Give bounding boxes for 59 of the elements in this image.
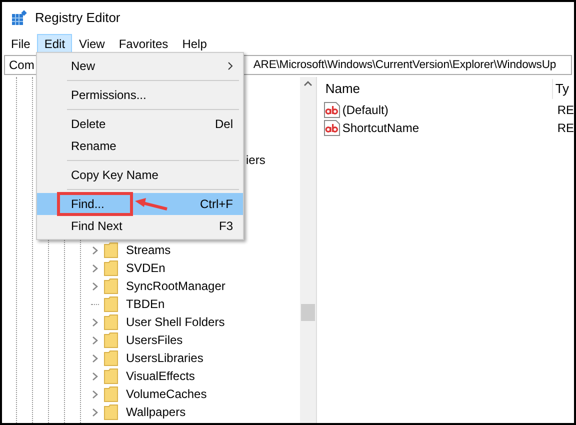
value-name[interactable]: ShortcutName — [342, 119, 420, 137]
menu-bar-item[interactable]: View — [72, 34, 112, 54]
expand-chevron-icon[interactable] — [92, 318, 98, 326]
column-header[interactable]: Name — [323, 79, 554, 99]
menu-item[interactable]: Copy Key Name — [37, 164, 243, 186]
tree-item[interactable]: SVDEn — [126, 259, 166, 277]
folder-icon — [104, 386, 118, 402]
address-text: ARE\Microsoft\Windows\CurrentVersion\Explorer\WindowsUp — [253, 58, 556, 73]
menu-item[interactable]: Find Next F3 — [37, 215, 243, 237]
string-value-icon — [324, 120, 340, 136]
folder-icon — [104, 350, 118, 366]
folder-icon — [104, 314, 118, 330]
window-title: Registry Editor — [35, 9, 120, 28]
tree-item[interactable]: Streams — [126, 241, 171, 259]
folder-icon — [104, 332, 118, 348]
tree-item[interactable]: TBDEn — [126, 295, 165, 313]
expand-chevron-icon[interactable] — [92, 282, 98, 290]
menu-bar-item[interactable]: Edit — [37, 34, 72, 54]
tree-item[interactable]: SyncRootManager — [126, 277, 226, 295]
folder-icon — [104, 296, 118, 312]
column-header[interactable]: Ty — [553, 79, 570, 99]
tree-item[interactable]: VolumeCaches — [126, 385, 207, 403]
registry-editor-icon — [11, 10, 27, 26]
folder-icon — [104, 278, 118, 294]
folder-icon — [104, 404, 118, 420]
value-type: RE — [556, 102, 574, 119]
expand-chevron-icon[interactable] — [92, 390, 98, 398]
menu-item[interactable]: New — [37, 55, 243, 77]
menu-item[interactable]: Delete Del — [37, 113, 243, 135]
menu-shortcut: F3 — [218, 218, 233, 235]
scrollbar-thumb[interactable] — [301, 304, 316, 321]
expand-chevron-icon[interactable] — [92, 336, 98, 344]
expand-chevron-icon[interactable] — [92, 372, 98, 380]
expand-chevron-icon[interactable] — [92, 246, 98, 254]
menu-bar-item[interactable]: File — [4, 34, 38, 54]
expand-chevron-icon[interactable] — [92, 408, 98, 416]
scrollbar[interactable] — [300, 77, 316, 423]
address-text: Com — [9, 57, 34, 74]
expand-chevron-icon[interactable] — [92, 354, 98, 362]
menu-bar-item[interactable]: Favorites — [112, 34, 176, 54]
tree-item[interactable]: UsersFiles — [126, 331, 183, 349]
folder-icon — [104, 368, 118, 384]
menu-shortcut: Ctrl+F — [200, 196, 233, 213]
tree-item[interactable]: User Shell Folders — [126, 313, 225, 331]
menu-shortcut: Del — [214, 116, 233, 133]
expand-chevron-icon[interactable] — [92, 264, 98, 272]
menu-bar-item[interactable]: Help — [175, 34, 214, 54]
pointer-arrow — [133, 197, 169, 211]
menu-item[interactable]: Rename — [37, 135, 243, 157]
tree-item[interactable]: VisualEffects — [126, 367, 195, 385]
string-value-icon — [324, 102, 340, 118]
value-type: RE — [556, 120, 574, 137]
tree-item[interactable]: iers — [246, 153, 266, 167]
folder-icon — [104, 242, 118, 258]
folder-icon — [104, 260, 118, 276]
value-name[interactable]: (Default) — [342, 101, 388, 119]
tree-item[interactable]: UsersLibraries — [126, 349, 204, 367]
tree-item[interactable]: Wallpapers — [126, 403, 186, 421]
menu-item[interactable]: Permissions... — [37, 84, 243, 106]
